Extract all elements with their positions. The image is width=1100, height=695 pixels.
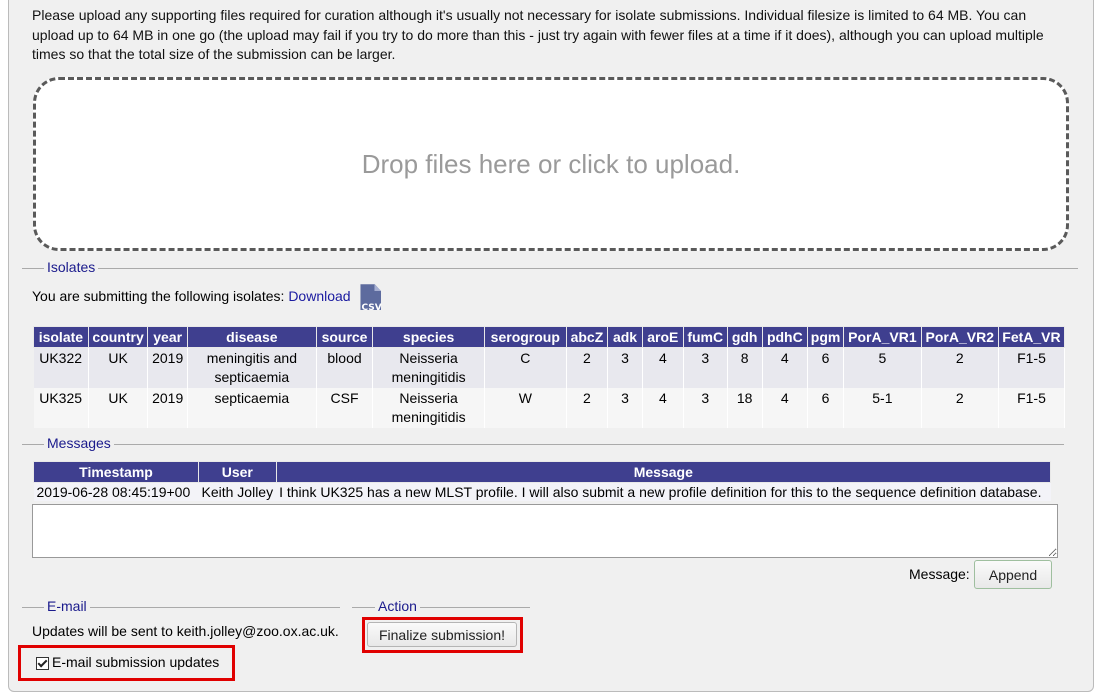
col-gdh: gdh <box>726 326 763 348</box>
file-dropzone[interactable]: Drop files here or click to upload. <box>33 77 1069 251</box>
email-legend: E-mail <box>44 598 90 614</box>
upload-instructions: Please upload any supporting files requi… <box>32 7 1044 62</box>
message-text: I think UK325 has a new MLST profile. I … <box>276 482 1051 501</box>
col-country: country <box>87 326 149 348</box>
action-legend: Action <box>375 598 420 614</box>
col-aroe: aroE <box>641 326 684 348</box>
cell-disease: septicaemia <box>187 388 317 428</box>
cell-year: 2019 <box>147 388 188 428</box>
cell-serogroup: C <box>484 347 567 388</box>
isolates-header-row: isolate country year disease source species se… <box>33 326 1066 348</box>
messages-legend: Messages <box>44 435 114 451</box>
cell-gdh: 8 <box>727 347 763 388</box>
col-disease: disease <box>186 326 317 348</box>
isolates-divider <box>22 268 1078 269</box>
cell-fumc: 3 <box>683 388 728 428</box>
cell-pdhc: 4 <box>762 388 808 428</box>
download-link[interactable]: Download <box>288 288 350 304</box>
col-timestamp: Timestamp <box>33 461 199 483</box>
cell-year: 2019 <box>147 347 188 388</box>
cell-feta-vr: F1-5 <box>998 388 1066 428</box>
col-source: source <box>315 326 374 348</box>
messages-divider <box>22 444 1064 445</box>
email-notice: Updates will be sent to keith.jolley@zoo… <box>32 623 339 639</box>
col-serogroup: serogroup <box>483 326 567 348</box>
cell-isolate: UK325 <box>33 388 89 428</box>
isolate-row: UK325 UK 2019 septicaemia CSF Neisseria menin… <box>33 388 1066 428</box>
csv-icon-label: CSV <box>361 303 382 314</box>
isolates-table: isolate country year disease source species se… <box>33 326 1066 428</box>
col-fumc: fumC <box>682 326 728 348</box>
col-adk: adk <box>607 326 643 348</box>
cell-abcz: 2 <box>566 347 609 388</box>
cell-disease: meningitis and septicaemia <box>187 347 317 388</box>
cell-pora-vr2: 2 <box>921 388 999 428</box>
message-timestamp: 2019-06-28 08:45:19+00 <box>33 482 199 501</box>
cell-species: Neisseria meningitidis <box>372 347 485 388</box>
col-abcz: abcZ <box>565 326 609 348</box>
cell-pgm: 6 <box>807 388 845 428</box>
cell-source: CSF <box>316 388 374 428</box>
message-textarea[interactable] <box>32 504 1058 558</box>
cell-pora-vr1: 5 <box>843 347 922 388</box>
cell-aroe: 4 <box>642 347 684 388</box>
message-row: 2019-06-28 08:45:19+00 Keith Jolley I th… <box>33 482 1051 501</box>
cell-aroe: 4 <box>642 388 684 428</box>
dropzone-label: Drop files here or click to upload. <box>361 148 741 179</box>
cell-fumc: 3 <box>683 347 728 388</box>
cell-gdh: 18 <box>727 388 763 428</box>
col-pdhc: pdhC <box>761 326 808 348</box>
col-isolate: isolate <box>33 326 89 348</box>
cell-country: UK <box>88 388 149 428</box>
cell-feta-vr: F1-5 <box>998 347 1066 388</box>
messages-header-row: Timestamp User Message <box>33 461 1052 483</box>
finalize-submission-button[interactable]: Finalize submission! <box>367 622 517 647</box>
cell-country: UK <box>88 347 149 388</box>
message-user: Keith Jolley <box>198 482 277 501</box>
cell-pora-vr1: 5-1 <box>843 388 922 428</box>
isolates-body: UK322 UK 2019 meningitis and septicaemia blo… <box>33 347 1066 428</box>
messages-table: Timestamp User Message 2019-06-28 08:45:… <box>33 461 1052 501</box>
cell-pora-vr2: 2 <box>921 347 999 388</box>
cell-adk: 3 <box>607 347 643 388</box>
cell-pdhc: 4 <box>762 347 808 388</box>
col-pora-vr1: PorA_VR1 <box>843 326 922 348</box>
isolates-intro-line: You are submitting the following isolate… <box>32 284 382 313</box>
cell-pgm: 6 <box>807 347 845 388</box>
col-species: species <box>372 326 485 348</box>
email-updates-label: E-mail submission updates <box>52 654 220 670</box>
cell-abcz: 2 <box>566 388 609 428</box>
csv-file-icon[interactable]: CSV <box>360 284 382 313</box>
col-pgm: pgm <box>806 326 845 348</box>
cell-source: blood <box>316 347 374 388</box>
col-year: year <box>147 326 188 348</box>
isolate-row: UK322 UK 2019 meningitis and septicaemia blo… <box>33 347 1066 388</box>
email-updates-checkbox[interactable] <box>36 656 49 670</box>
append-button[interactable]: Append <box>974 560 1052 589</box>
col-message: Message <box>275 461 1052 483</box>
cell-serogroup: W <box>484 388 567 428</box>
col-user: User <box>198 461 277 483</box>
isolates-intro-text: You are submitting the following isolate… <box>32 288 285 304</box>
email-updates-checkbox-row[interactable]: E-mail submission updates <box>36 654 219 670</box>
isolates-legend: Isolates <box>44 259 99 275</box>
col-feta-vr: FetA_VR <box>997 326 1066 348</box>
cell-isolate: UK322 <box>33 347 89 388</box>
cell-adk: 3 <box>607 388 643 428</box>
col-pora-vr2: PorA_VR2 <box>920 326 999 348</box>
message-label: Message: <box>909 566 970 582</box>
cell-species: Neisseria meningitidis <box>372 388 485 428</box>
